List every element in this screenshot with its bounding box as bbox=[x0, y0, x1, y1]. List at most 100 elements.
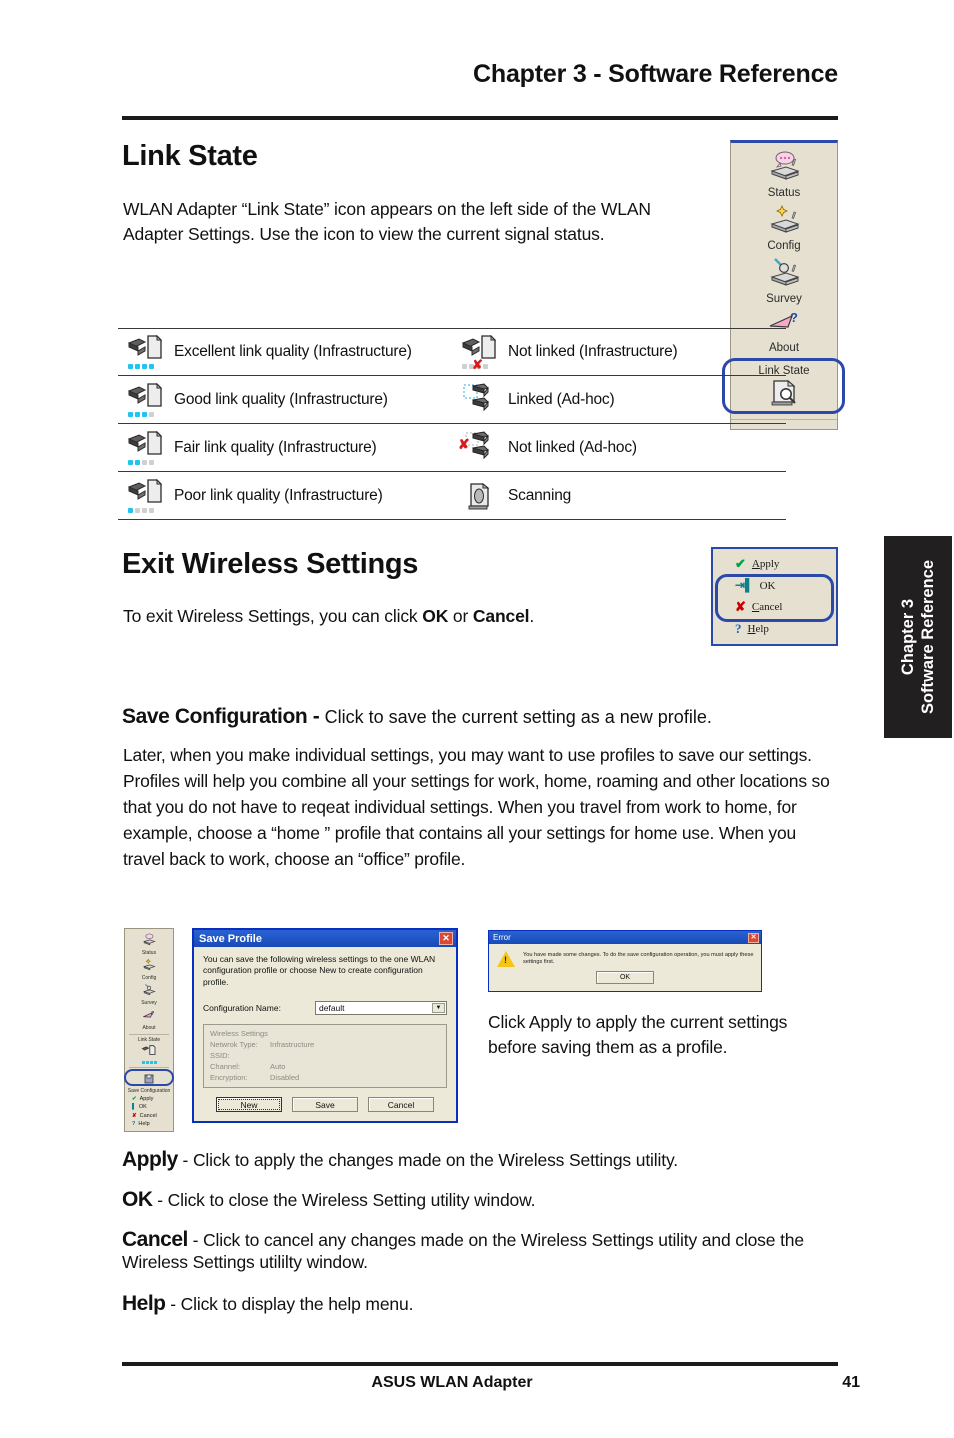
definition-cancel: Cancel - Click to cancel any changes mad… bbox=[122, 1228, 838, 1273]
page-header-title: Chapter 3 - Software Reference bbox=[473, 60, 838, 88]
cancel-button[interactable]: Cancel bbox=[368, 1097, 434, 1113]
red-x-icon: ✘ bbox=[472, 357, 483, 372]
error-dialog-titlebar: Error ✕ bbox=[489, 931, 761, 944]
exit-para-cancel: Cancel bbox=[472, 606, 530, 626]
infrastructure-signal-icon bbox=[118, 478, 174, 513]
save-configuration-term: Save Configuration - bbox=[122, 705, 320, 728]
footer-product-name: ASUS WLAN Adapter bbox=[371, 1374, 533, 1391]
save-configuration-desc: Click to save the current setting as a n… bbox=[324, 707, 712, 727]
link-state-paragraph: WLAN Adapter “Link State” icon appears o… bbox=[123, 199, 651, 245]
mini-item-about-label: About bbox=[142, 1025, 156, 1031]
save-button[interactable]: Save bbox=[292, 1097, 358, 1113]
dialog-description: You can save the following wireless sett… bbox=[203, 954, 436, 987]
error-ok-button[interactable]: OK bbox=[596, 971, 654, 984]
mini-item-save-configuration[interactable]: Save Configuration bbox=[125, 1070, 173, 1095]
mini-button-ok[interactable]: ▌ OK bbox=[125, 1103, 173, 1111]
warning-triangle-icon bbox=[497, 951, 515, 967]
save-configuration-subhead: Save Configuration - Click to save the c… bbox=[122, 703, 852, 731]
configuration-name-field: Configuration Name: default ▼ bbox=[203, 1001, 447, 1016]
table-row: Excellent link quality (Infrastructure) bbox=[118, 328, 786, 376]
link-quality-label: Good link quality (Infrastructure) bbox=[174, 390, 388, 408]
table-cell-right: ✘ Not linked (Infrastructure) bbox=[452, 334, 786, 372]
definition-apply: Apply - Click to apply the changes made … bbox=[122, 1148, 852, 1172]
question-mark-icon: ? bbox=[132, 1120, 136, 1127]
error-dialog-message: You have made some changes. To do the sa… bbox=[523, 951, 754, 965]
red-x-icon: ✘ bbox=[735, 599, 746, 614]
mini-button-help-label: Help bbox=[138, 1120, 150, 1127]
infrastructure-signal-icon bbox=[118, 334, 174, 369]
signal-bars bbox=[128, 364, 154, 369]
svg-text:?: ? bbox=[790, 310, 798, 325]
status-adapter-icon bbox=[143, 933, 156, 946]
infrastructure-signal-icon bbox=[141, 1045, 156, 1055]
exit-door-icon: ▌ bbox=[132, 1104, 136, 1111]
exit-para-part-1: To exit Wireless Settings, you can click bbox=[123, 606, 423, 626]
table-cell-left: Poor link quality (Infrastructure) bbox=[118, 478, 452, 513]
exit-door-icon: ⇥▌ bbox=[735, 578, 754, 592]
summary-key: SSID: bbox=[210, 1051, 230, 1061]
mini-item-status-label: Status bbox=[141, 950, 157, 956]
link-quality-table: Excellent link quality (Infrastructure) bbox=[118, 328, 786, 520]
summary-key: Channel: bbox=[210, 1062, 241, 1072]
mini-item-link-state[interactable]: Link State bbox=[125, 1037, 173, 1065]
link-quality-label: Not linked (Ad-hoc) bbox=[508, 438, 637, 456]
definition-ok: OK - Click to close the Wireless Setting… bbox=[122, 1188, 852, 1212]
mini-button-help[interactable]: ? Help bbox=[125, 1120, 173, 1128]
summary-value: Disabled bbox=[270, 1072, 300, 1082]
mini-item-about[interactable]: ? About bbox=[125, 1007, 173, 1032]
mini-item-survey[interactable]: Survey bbox=[125, 982, 173, 1007]
adhoc-not-linked-icon: ✘ bbox=[452, 430, 508, 466]
table-row: Fair link quality (Infrastructure) ✘ Not… bbox=[118, 424, 786, 472]
definition-help: Help - Click to display the help menu. bbox=[122, 1292, 852, 1316]
summary-key: Netwrok Type: bbox=[210, 1040, 258, 1050]
close-icon[interactable]: ✕ bbox=[439, 932, 453, 945]
summary-row: Encryption: Disabled bbox=[210, 1073, 440, 1084]
dialog-titlebar: Save Profile ✕ bbox=[194, 930, 456, 947]
configuration-name-select[interactable]: default ▼ bbox=[315, 1001, 447, 1016]
signal-bars bbox=[128, 459, 154, 465]
toolbar-item-status[interactable]: Status bbox=[731, 149, 837, 202]
chevron-down-icon[interactable]: ▼ bbox=[432, 1003, 445, 1014]
signal-bars bbox=[128, 507, 154, 513]
link-quality-label: Not linked (Infrastructure) bbox=[508, 343, 678, 360]
error-ok-label: OK bbox=[619, 974, 631, 981]
link-quality-label: Excellent link quality (Infrastructure) bbox=[174, 343, 412, 360]
side-tab-line2: Software Reference bbox=[919, 559, 937, 715]
footer-page-number: 41 bbox=[842, 1374, 860, 1391]
mini-item-config[interactable]: Config bbox=[125, 957, 173, 982]
error-dialog: Error ✕ You have made some changes. To d… bbox=[488, 930, 762, 992]
toolbar-item-config[interactable]: Config bbox=[731, 202, 837, 255]
save-profile-dialog: Save Profile ✕ You can save the followin… bbox=[192, 928, 458, 1124]
toolbar-item-survey-label: Survey bbox=[766, 293, 802, 305]
exit-button-help[interactable]: ? Help bbox=[713, 618, 836, 640]
status-adapter-icon bbox=[770, 151, 800, 180]
save-configuration-paragraph: Later, when you make individual settings… bbox=[123, 745, 830, 870]
exit-button-cancel[interactable]: ✘ Cancel bbox=[713, 596, 836, 618]
exit-button-ok[interactable]: ⇥▌ OK bbox=[713, 575, 836, 596]
close-icon[interactable]: ✕ bbox=[748, 932, 759, 943]
adhoc-linked-icon bbox=[452, 382, 508, 418]
toolbar-item-survey[interactable]: Survey bbox=[731, 255, 837, 308]
mini-button-cancel[interactable]: ✘ Cancel bbox=[125, 1112, 173, 1120]
mini-button-cancel-label: Cancel bbox=[139, 1112, 157, 1119]
exit-buttons-figure: ✔ Apply ⇥▌ OK ✘ Cancel ? Help bbox=[711, 547, 838, 646]
mini-item-survey-label: Survey bbox=[141, 1000, 157, 1006]
configuration-name-label: Configuration Name: bbox=[203, 1003, 281, 1014]
toolbar-item-status-label: Status bbox=[767, 187, 801, 199]
exit-button-apply-label: Apply bbox=[751, 558, 780, 570]
summary-key: Encryption: bbox=[210, 1072, 248, 1082]
new-button[interactable]: New bbox=[216, 1097, 282, 1113]
table-cell-left: Good link quality (Infrastructure) bbox=[118, 382, 452, 417]
dialog-title: Save Profile bbox=[199, 932, 262, 945]
side-tab-line1: Chapter 3 bbox=[898, 598, 917, 676]
mini-button-apply[interactable]: ✔ Apply bbox=[125, 1095, 173, 1103]
mini-item-status[interactable]: Status bbox=[125, 932, 173, 957]
exit-button-apply[interactable]: ✔ Apply bbox=[713, 553, 836, 575]
mini-divider bbox=[129, 1034, 169, 1035]
infrastructure-not-linked-icon: ✘ bbox=[452, 334, 508, 372]
error-dialog-title: Error bbox=[493, 933, 511, 942]
table-cell-right: Linked (Ad-hoc) bbox=[452, 382, 786, 418]
configuration-name-value: default bbox=[319, 1003, 345, 1014]
table-cell-right: Scanning bbox=[452, 481, 786, 511]
exit-para-ok: OK bbox=[422, 606, 449, 626]
